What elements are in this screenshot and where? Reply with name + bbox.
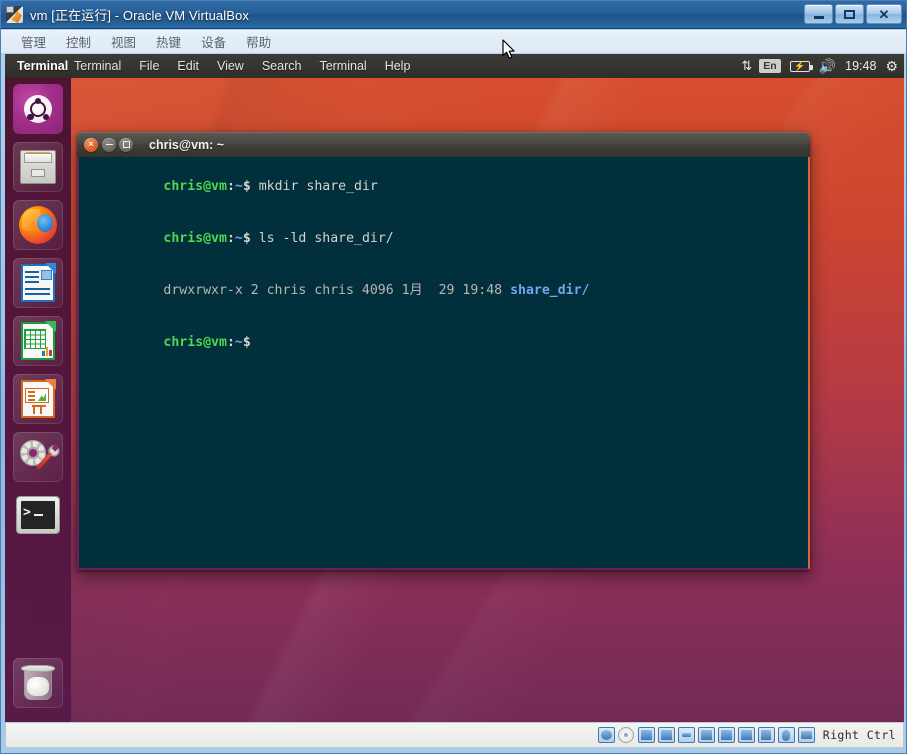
unity-launcher: > <box>5 78 71 722</box>
keyboard-layout-indicator[interactable]: En <box>759 59 781 73</box>
ls-output-permissions: drwxrwxr-x 2 chris chris 4096 1月 29 19:4… <box>163 283 511 299</box>
menu-search[interactable]: Search <box>253 59 311 73</box>
gear-icon[interactable]: ⚙ <box>885 58 898 75</box>
display-icon[interactable] <box>717 727 735 743</box>
virtualization-icon[interactable] <box>757 727 775 743</box>
libreoffice-impress-icon <box>21 379 56 418</box>
shared-folders-icon[interactable] <box>697 727 715 743</box>
virtualbox-status-bar: Right Ctrl <box>5 722 904 748</box>
guest-screen: Terminal Terminal File Edit View Search … <box>5 54 904 722</box>
prompt-separator: : <box>226 231 235 247</box>
prompt-dollar: $ <box>242 179 251 195</box>
terminal-line: drwxrwxr-x 2 chris chris 4096 1月 29 19:4… <box>84 265 803 317</box>
system-settings-icon <box>20 439 62 475</box>
mouse-icon[interactable] <box>777 727 795 743</box>
terminal-minimize-button[interactable] <box>102 137 116 152</box>
launcher-item-impress[interactable] <box>13 374 63 424</box>
maximize-button[interactable] <box>835 4 864 24</box>
terminal-command: mkdir share_dir <box>250 179 378 195</box>
menu-help[interactable]: 帮助 <box>236 29 281 54</box>
terminal-icon: > <box>17 497 59 533</box>
ubuntu-logo-icon <box>13 84 63 134</box>
volume-icon[interactable]: 🔊 <box>819 58 836 75</box>
battery-icon[interactable]: ⚡ <box>789 60 813 72</box>
panel-indicators: ⇅ En ⚡ 🔊 19:48 ⚙ <box>741 54 898 78</box>
virtualbox-icon <box>6 6 23 23</box>
firefox-icon <box>19 206 57 244</box>
prompt-path: ~ <box>234 179 243 195</box>
prompt-user: chris@vm <box>163 179 227 195</box>
close-icon: × <box>88 139 94 149</box>
terminal-close-button[interactable]: × <box>84 137 98 152</box>
host-menu-bar: 管理 控制 视图 热键 设备 帮助 <box>1 30 906 54</box>
terminal-window: × chris@vm: ~ chris@vm:~$ mkdir share_di… <box>77 132 810 570</box>
prompt-user: chris@vm <box>163 231 227 247</box>
host-key-indicator: Right Ctrl <box>822 728 896 742</box>
hard-disk-icon[interactable] <box>597 727 615 743</box>
host-window-title: vm [正在运行] - Oracle VM VirtualBox <box>30 8 249 23</box>
launcher-item-files[interactable] <box>13 142 63 192</box>
menu-control[interactable]: 控制 <box>56 29 101 54</box>
menu-terminal[interactable]: Terminal <box>310 59 375 73</box>
menu-terminal-app[interactable]: Terminal <box>65 59 130 73</box>
menu-help[interactable]: Help <box>376 59 420 73</box>
launcher-item-dash[interactable] <box>13 84 63 134</box>
virtualbox-window: vm [正在运行] - Oracle VM VirtualBox ✕ 管理 控制… <box>0 0 907 754</box>
prompt-dollar: $ <box>242 231 251 247</box>
floppy-icon[interactable] <box>637 727 655 743</box>
menu-file[interactable]: File <box>130 59 168 73</box>
window-controls: ✕ <box>804 4 902 24</box>
panel-menu-bar: Terminal File Edit View Search Terminal … <box>65 54 419 78</box>
terminal-command: ls -ld share_dir/ <box>250 231 394 247</box>
launcher-item-calc[interactable] <box>13 316 63 366</box>
menu-edit[interactable]: Edit <box>168 59 208 73</box>
launcher-item-firefox[interactable] <box>13 200 63 250</box>
terminal-line: chris@vm:~$ ls -ld share_dir/ <box>84 213 803 265</box>
trash-icon <box>21 665 55 701</box>
keyboard-icon[interactable] <box>797 727 815 743</box>
menu-hotkeys[interactable]: 热键 <box>146 29 191 54</box>
close-button[interactable]: ✕ <box>866 4 902 24</box>
terminal-window-title: chris@vm: ~ <box>149 137 225 152</box>
prompt-dollar: $ <box>242 334 251 350</box>
host-title-bar: vm [正在运行] - Oracle VM VirtualBox ✕ <box>1 1 906 29</box>
optical-disk-icon[interactable] <box>618 727 635 743</box>
close-icon: ✕ <box>878 6 890 22</box>
launcher-item-terminal[interactable]: > <box>13 490 63 540</box>
panel-app-name: Terminal <box>17 59 69 73</box>
network-icon[interactable]: ⇅ <box>741 58 752 74</box>
prompt-user: chris@vm <box>163 334 227 350</box>
terminal-line: chris@vm:~$ mkdir share_dir <box>84 161 803 213</box>
recording-icon[interactable] <box>737 727 755 743</box>
menu-devices[interactable]: 设备 <box>191 29 236 54</box>
terminal-output-area[interactable]: chris@vm:~$ mkdir share_dir chris@vm:~$ … <box>77 157 810 570</box>
ls-output-directory: share_dir/ <box>510 283 590 299</box>
unity-top-panel: Terminal Terminal File Edit View Search … <box>5 54 904 78</box>
usb-icon[interactable] <box>677 727 695 743</box>
launcher-item-writer[interactable] <box>13 258 63 308</box>
clock[interactable]: 19:48 <box>845 59 876 73</box>
libreoffice-calc-icon <box>21 321 56 360</box>
launcher-item-trash[interactable] <box>13 658 63 708</box>
menu-manage[interactable]: 管理 <box>11 29 56 54</box>
prompt-separator: : <box>226 334 235 350</box>
file-cabinet-icon <box>20 150 56 184</box>
terminal-maximize-button[interactable] <box>119 137 133 152</box>
terminal-line: chris@vm:~$ <box>84 317 803 369</box>
prompt-path: ~ <box>234 334 243 350</box>
menu-view[interactable]: 视图 <box>101 29 146 54</box>
libreoffice-writer-icon <box>21 263 56 302</box>
menu-view[interactable]: View <box>208 59 253 73</box>
terminal-title-bar[interactable]: × chris@vm: ~ <box>77 132 810 157</box>
prompt-path: ~ <box>234 231 243 247</box>
network-icon[interactable] <box>657 727 675 743</box>
prompt-separator: : <box>226 179 235 195</box>
launcher-item-system-settings[interactable] <box>13 432 63 482</box>
minimize-button[interactable] <box>804 4 833 24</box>
